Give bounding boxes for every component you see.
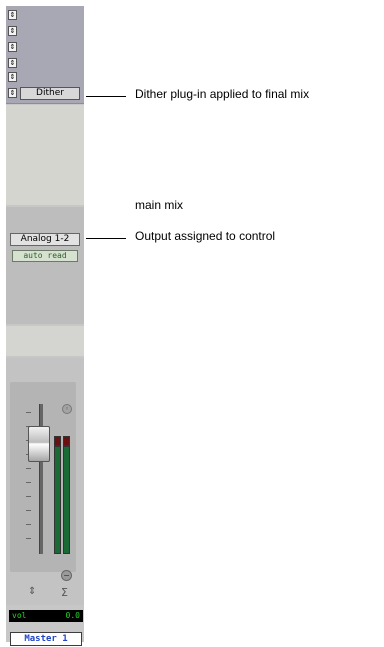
io-section: Analog 1-2 auto read bbox=[6, 207, 84, 324]
volume-readout[interactable]: vol 0.0 bbox=[9, 610, 83, 622]
clip-indicator-left[interactable] bbox=[54, 436, 61, 446]
volume-fader-handle[interactable] bbox=[28, 426, 50, 462]
fader-section: ◦ − ⇕ Σ bbox=[6, 358, 84, 605]
insert-slot-b-selector[interactable]: ⇕ bbox=[8, 26, 17, 36]
output-selector-button[interactable]: Analog 1-2 bbox=[10, 233, 80, 246]
insert-slot-a-selector[interactable]: ⇕ bbox=[8, 10, 17, 20]
level-meter-left bbox=[54, 446, 61, 554]
fader-scale-tick bbox=[26, 482, 31, 483]
fader-scale-tick bbox=[26, 468, 31, 469]
inserts-section: ⇕ ⇕ ⇕ ⇕ ⇕ ⇕ Dither bbox=[6, 6, 84, 104]
insert-slot-c-selector[interactable]: ⇕ bbox=[8, 42, 17, 52]
up-down-arrows-icon[interactable]: ⇕ bbox=[28, 586, 36, 597]
solo-safe-icon[interactable]: − bbox=[61, 570, 72, 581]
insert-slot-e-selector[interactable]: ⇕ bbox=[8, 72, 17, 82]
track-name-button[interactable]: Master 1 bbox=[10, 632, 82, 646]
strip-divider bbox=[6, 326, 84, 356]
fader-scale-tick bbox=[26, 496, 31, 497]
fader-scale-tick bbox=[26, 412, 31, 413]
clip-indicator-right[interactable] bbox=[63, 436, 70, 446]
insert-slot-d-selector[interactable]: ⇕ bbox=[8, 58, 17, 68]
main-mix-annotation: main mix bbox=[135, 198, 184, 212]
sigma-icon[interactable]: Σ bbox=[61, 586, 68, 599]
fader-scale-tick bbox=[26, 524, 31, 525]
dither-annotation: Dither plug-in applied to final mix bbox=[135, 87, 310, 101]
fader-scale-tick bbox=[26, 538, 31, 539]
insert-slot-f-selector[interactable]: ⇕ bbox=[8, 88, 17, 98]
output-callout-line bbox=[86, 238, 126, 239]
pan-knob-icon[interactable]: ◦ bbox=[62, 404, 72, 414]
volume-value: 0.0 bbox=[65, 611, 80, 620]
fader-scale-tick bbox=[26, 510, 31, 511]
output-annotation: Output assigned to control bbox=[135, 229, 276, 243]
automation-mode-button[interactable]: auto read bbox=[12, 250, 78, 262]
dither-callout-line bbox=[86, 96, 126, 97]
level-meter-right bbox=[63, 446, 70, 554]
sends-section bbox=[6, 105, 84, 205]
volume-label: vol bbox=[12, 611, 27, 620]
master-fader-strip: ⇕ ⇕ ⇕ ⇕ ⇕ ⇕ Dither Analog 1-2 auto read … bbox=[6, 6, 84, 646]
dither-insert-button[interactable]: Dither bbox=[20, 87, 80, 100]
